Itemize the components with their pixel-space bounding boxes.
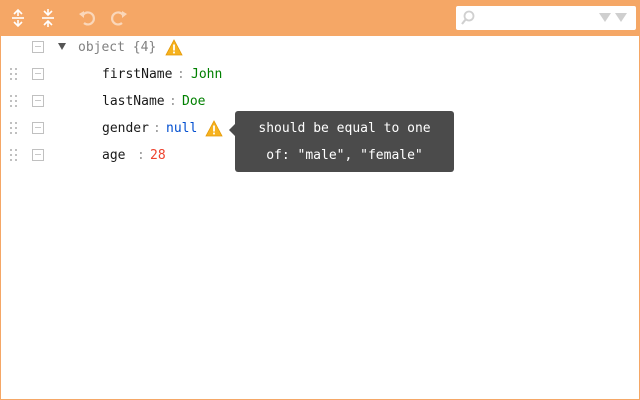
field-name[interactable]: firstName (102, 62, 172, 88)
json-editor: object {4} firstName : John lastName : D… (0, 0, 640, 400)
field-name[interactable]: age (102, 143, 125, 169)
context-menu-button[interactable] (32, 149, 44, 161)
context-menu-button[interactable] (32, 41, 44, 53)
context-menu-button[interactable] (32, 122, 44, 134)
undo-icon (79, 11, 95, 26)
tooltip-line: should be equal to one (258, 121, 431, 136)
drag-handle-icon[interactable] (10, 68, 18, 80)
context-menu-button[interactable] (32, 68, 44, 80)
tree-root-row: object {4} (1, 35, 639, 61)
collapse-icon[interactable] (57, 41, 67, 51)
search-previous-icon[interactable] (615, 13, 627, 23)
tree-row: firstName : John (1, 62, 639, 88)
field-value[interactable]: John (191, 62, 222, 88)
field-separator: : (169, 94, 177, 109)
field-name[interactable]: lastName (102, 89, 165, 115)
expand-all-button[interactable] (6, 6, 30, 30)
context-menu-button[interactable] (32, 95, 44, 107)
warning-icon[interactable] (165, 39, 183, 56)
search-box[interactable] (456, 6, 636, 30)
drag-handle-icon[interactable] (10, 149, 18, 161)
field-separator: : (137, 148, 145, 163)
redo-button[interactable] (106, 6, 130, 30)
field-name[interactable]: gender (102, 116, 149, 142)
undo-button[interactable] (76, 6, 100, 30)
field-value[interactable]: null (166, 116, 197, 142)
drag-handle-icon[interactable] (10, 122, 18, 134)
search-icon (461, 10, 475, 25)
collapse-all-button[interactable] (36, 6, 60, 30)
field-separator: : (153, 121, 161, 136)
menu-bar (1, 1, 639, 36)
field-value[interactable]: 28 (150, 143, 166, 169)
validation-tooltip: should be equal to one of: "male", "fema… (229, 111, 454, 172)
field-value[interactable]: Doe (182, 89, 205, 115)
expand-all-icon (12, 8, 24, 28)
tooltip-line: of: "male", "female" (266, 148, 423, 163)
object-label: object {4} (78, 40, 157, 55)
redo-icon (111, 11, 127, 26)
field-separator: : (177, 67, 185, 82)
warning-icon[interactable] (205, 120, 223, 137)
collapse-all-icon (42, 9, 54, 27)
search-next-icon[interactable] (599, 13, 611, 23)
drag-handle-icon[interactable] (10, 95, 18, 107)
